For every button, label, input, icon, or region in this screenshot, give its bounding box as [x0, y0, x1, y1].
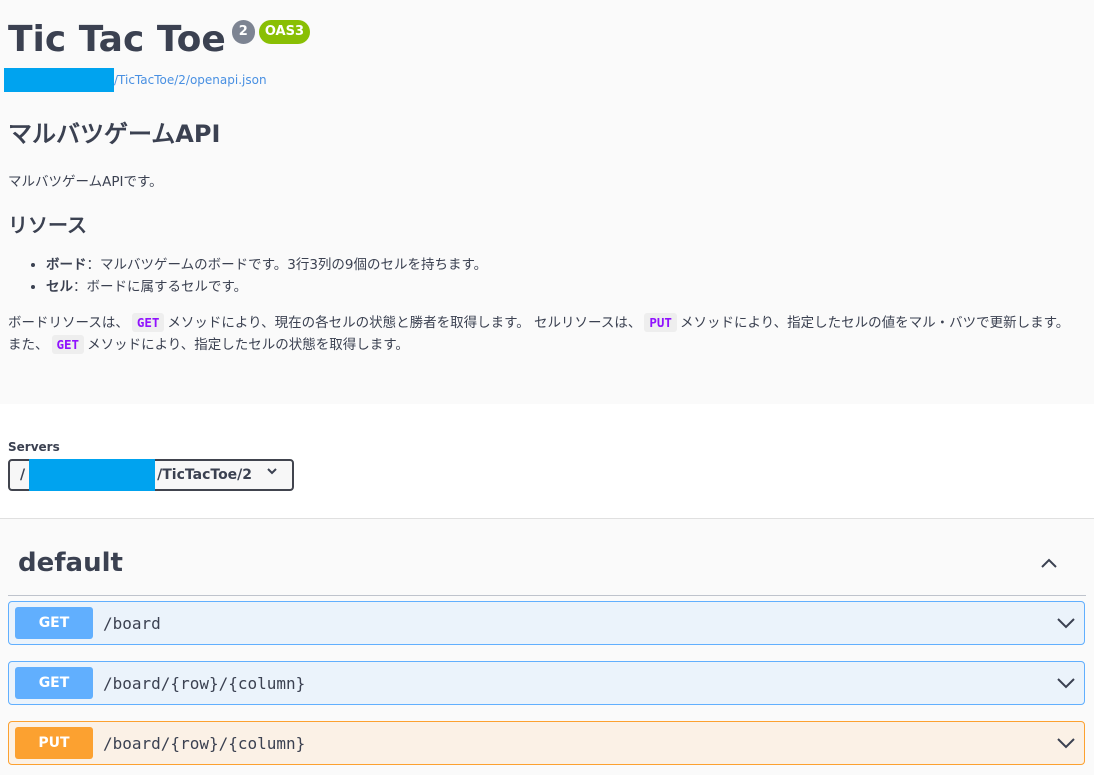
- operation-path: /board/{row}/{column}: [103, 673, 306, 693]
- resource-name: セル: [46, 279, 73, 295]
- spec-url: /TicTacToe/2/openapi.json: [4, 68, 267, 92]
- spec-url-link[interactable]: /TicTacToe/2/openapi.json: [114, 73, 267, 87]
- paragraph-text: ボードリソースは、: [8, 315, 129, 331]
- oas-badge: OAS3: [258, 20, 310, 44]
- operation-path: /board: [103, 613, 161, 633]
- operation-path: /board/{row}/{column}: [103, 733, 306, 753]
- resource-text: ：ボードに属するセルです。: [73, 279, 248, 295]
- chevron-down-icon[interactable]: [1056, 672, 1076, 696]
- chevron-down-icon: [266, 465, 278, 481]
- operation-put-cell[interactable]: PUT /board/{row}/{column}: [8, 721, 1085, 765]
- chevron-up-icon[interactable]: [1038, 552, 1060, 579]
- redacted-server-host: [29, 459, 156, 491]
- list-item: ボード：マルバツゲームのボードです。3行3列の9個のセルを持ちます。: [46, 254, 487, 276]
- code-put: PUT: [644, 313, 677, 332]
- server-select[interactable]: / /TicTacToe/2: [8, 459, 294, 491]
- resource-list: ボード：マルバツゲームのボードです。3行3列の9個のセルを持ちます。 セル：ボー…: [28, 254, 487, 298]
- api-info: Tic Tac Toe 2 OAS3 /TicTacToe/2/openapi.…: [0, 0, 1094, 404]
- resource-text: ：マルバツゲームのボードです。3行3列の9個のセルを持ちます。: [86, 257, 488, 273]
- paragraph-text: メソッドにより、現在の各セルの状態と勝者を取得します。 セルリソースは、: [167, 315, 642, 331]
- api-title: Tic Tac Toe: [8, 19, 226, 60]
- version-badge: 2: [231, 20, 255, 44]
- server-prefix: /: [20, 467, 26, 483]
- servers-label: Servers: [8, 440, 60, 454]
- section-divider: [8, 595, 1086, 596]
- paragraph-text: メソッドにより、指定したセルの状態を取得します。: [87, 337, 409, 353]
- resource-name: ボード: [46, 257, 87, 273]
- chevron-down-icon[interactable]: [1056, 732, 1076, 756]
- code-get: GET: [131, 313, 165, 332]
- operation-get-board[interactable]: GET /board: [8, 601, 1085, 645]
- resource-methods-paragraph: ボードリソースは、 GET メソッドにより、現在の各セルの状態と勝者を取得します。 …: [8, 312, 1084, 356]
- title-row: Tic Tac Toe 2 OAS3: [8, 18, 310, 62]
- code-get: GET: [51, 335, 85, 354]
- method-badge: PUT: [15, 727, 93, 759]
- section-title[interactable]: default: [18, 548, 123, 578]
- api-description: マルバツゲームAPIです。: [8, 174, 163, 190]
- redacted-host: [4, 68, 114, 92]
- chevron-down-icon[interactable]: [1056, 612, 1076, 636]
- resource-heading: リソース: [8, 213, 87, 237]
- api-heading: マルバツゲームAPI: [8, 120, 221, 148]
- method-badge: GET: [15, 607, 93, 639]
- list-item: セル：ボードに属するセルです。: [46, 276, 487, 298]
- server-suffix: /TicTacToe/2: [157, 467, 253, 483]
- operation-get-cell[interactable]: GET /board/{row}/{column}: [8, 661, 1085, 705]
- method-badge: GET: [15, 667, 93, 699]
